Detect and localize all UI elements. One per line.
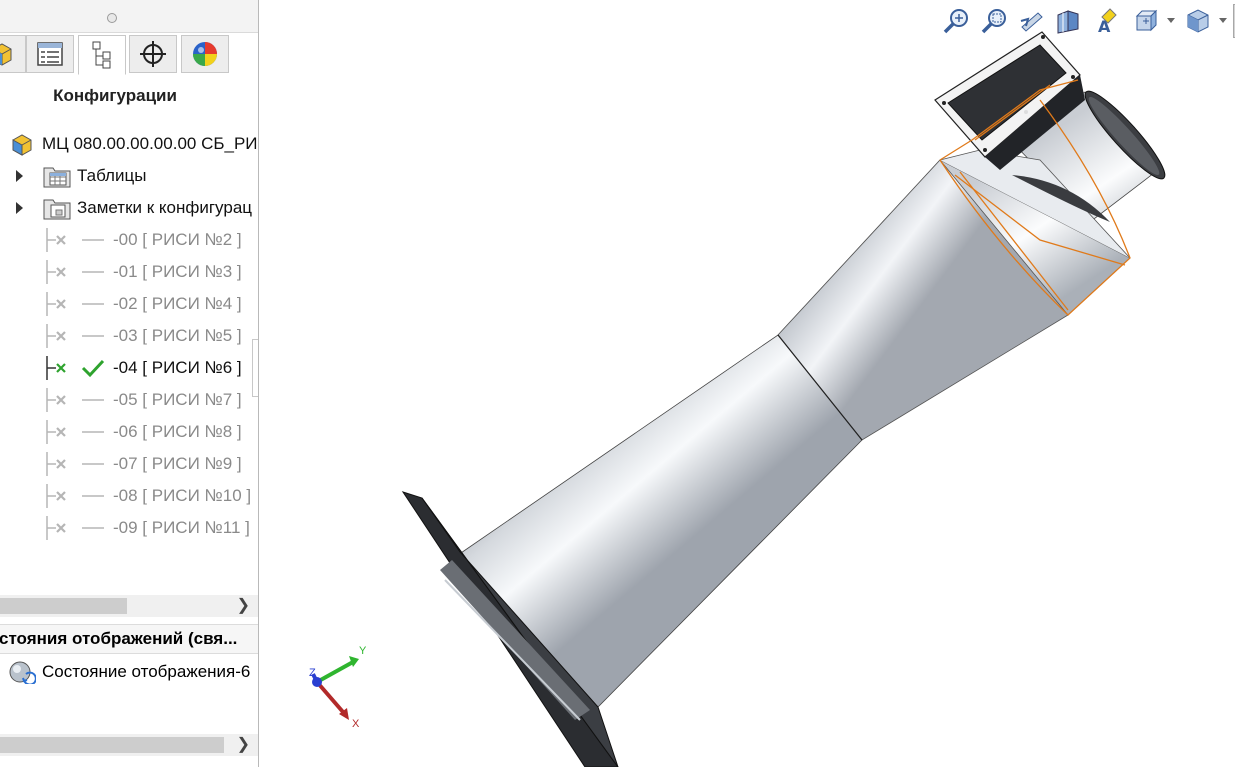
configuration-icon <box>46 228 66 252</box>
feature-manager-panel: Конфигурации МЦ 080.00.00.00.00 СБ_РИ Та… <box>0 0 258 767</box>
configuration-label: -00 [ РИСИ №2 ] <box>113 230 242 249</box>
inactive-dash-icon <box>82 463 104 465</box>
view-orientation-button[interactable] <box>1129 4 1163 38</box>
display-state-item[interactable]: Состояние отображения-6 <box>0 658 258 686</box>
tree-root-label: МЦ 080.00.00.00.00 СБ_РИ <box>42 134 258 153</box>
configuration-label: -03 [ РИСИ №5 ] <box>113 326 242 345</box>
configuration-manager-icon <box>92 41 111 69</box>
scrollbar-thumb[interactable] <box>0 737 224 753</box>
zoom-to-area-button[interactable] <box>977 4 1011 38</box>
part-icon <box>0 43 12 66</box>
display-states-header-label: стояния отображений (свя... <box>0 629 238 648</box>
panel-top-strip <box>0 0 258 33</box>
tree-item-notes-label: Заметки к конфигурац <box>77 198 253 217</box>
configuration-icon <box>46 388 66 412</box>
configuration-label: -01 [ РИСИ №3 ] <box>113 262 242 281</box>
configuration-icon <box>46 260 66 284</box>
tree-item-tables[interactable]: Таблицы <box>0 162 258 190</box>
scroll-right-icon[interactable]: ❯ <box>237 734 250 756</box>
configuration-icon <box>46 420 66 444</box>
tree-horizontal-scrollbar[interactable]: ❯ <box>0 595 258 617</box>
triad-x-label: X <box>352 718 360 730</box>
configuration-label: -06 [ РИСИ №8 ] <box>113 422 242 441</box>
tree-item-tables-label: Таблицы <box>77 166 147 185</box>
tree-item-config-notes[interactable]: Заметки к конфигурац <box>0 194 258 222</box>
configuration-icon <box>46 484 66 508</box>
configuration-label: -08 [ РИСИ №10 ] <box>113 486 252 505</box>
section-view-icon <box>1057 10 1079 34</box>
configuration-item[interactable]: -00 [ РИСИ №2 ] <box>0 226 258 254</box>
tree-root-item[interactable]: МЦ 080.00.00.00.00 СБ_РИ <box>0 130 258 158</box>
inactive-dash-icon <box>82 527 104 529</box>
configuration-label: -05 [ РИСИ №7 ] <box>113 390 242 409</box>
display-style-button[interactable] <box>1181 4 1215 38</box>
view-orientation-icon <box>1135 9 1158 32</box>
inactive-dash-icon <box>82 399 104 401</box>
previous-view-icon <box>1020 12 1043 32</box>
tab-display-manager[interactable] <box>181 35 229 73</box>
heads-up-view-toolbar: A <box>939 4 1235 38</box>
graphics-area[interactable]: A Y X Z <box>259 0 1235 767</box>
configuration-label: -09 [ РИСИ №11 ] <box>113 518 250 537</box>
display-states-horizontal-scrollbar[interactable]: ❯ <box>0 734 258 756</box>
dynamic-annotation-icon: A <box>1098 8 1117 35</box>
tab-configuration-manager[interactable] <box>78 35 126 75</box>
configuration-icon <box>46 292 66 316</box>
previous-view-button[interactable] <box>1015 4 1049 38</box>
configuration-item[interactable]: -07 [ РИСИ №9 ] <box>0 450 258 478</box>
inactive-dash-icon <box>82 303 104 305</box>
panel-title: Конфигурации <box>53 86 177 105</box>
display-style-icon <box>1187 9 1209 33</box>
section-view-button[interactable] <box>1051 4 1085 38</box>
configuration-item[interactable]: -03 [ РИСИ №5 ] <box>0 322 258 350</box>
configuration-label: -04 [ РИСИ №6 ] <box>113 358 242 377</box>
zoom-to-area-icon <box>981 9 1006 34</box>
inactive-dash-icon <box>82 431 104 433</box>
expand-arrow-icon[interactable] <box>16 202 23 214</box>
folder-notes-icon <box>43 199 71 220</box>
active-checkmark-icon <box>81 359 105 378</box>
tab-dimxpert-manager[interactable] <box>129 35 177 73</box>
zoom-to-fit-button[interactable] <box>939 4 973 38</box>
configuration-item[interactable]: -04 [ РИСИ №6 ] <box>0 354 258 382</box>
cyclone-model[interactable] <box>259 0 1235 767</box>
configuration-item[interactable]: -06 [ РИСИ №8 ] <box>0 418 258 446</box>
scrollbar-thumb[interactable] <box>0 598 127 614</box>
chevron-down-icon[interactable] <box>1219 18 1227 23</box>
property-manager-icon <box>37 42 63 66</box>
configuration-item[interactable]: -09 [ РИСИ №11 ] <box>0 514 258 542</box>
triad-z-label: Z <box>309 667 316 679</box>
inactive-dash-icon <box>82 335 104 337</box>
configuration-icon <box>46 324 66 348</box>
expand-arrow-icon[interactable] <box>16 170 23 182</box>
zoom-to-fit-icon <box>943 9 968 34</box>
chevron-down-icon[interactable] <box>1167 18 1175 23</box>
tab-feature-manager[interactable] <box>0 35 26 73</box>
folder-table-icon <box>43 167 71 188</box>
configuration-icon <box>46 356 66 380</box>
inactive-dash-icon <box>82 239 104 241</box>
configuration-item[interactable]: -05 [ РИСИ №7 ] <box>0 386 258 414</box>
appearance-icon <box>193 42 217 66</box>
splitter-handle[interactable] <box>107 13 117 23</box>
assembly-icon <box>12 134 32 156</box>
configuration-icon <box>46 452 66 476</box>
dimxpert-icon <box>140 41 166 67</box>
configuration-label: -07 [ РИСИ №9 ] <box>113 454 242 473</box>
display-states-header[interactable]: стояния отображений (свя... <box>0 624 258 654</box>
display-state-label: Состояние отображения-6 <box>42 662 251 681</box>
inactive-dash-icon <box>82 495 104 497</box>
inactive-dash-icon <box>82 271 104 273</box>
configuration-item[interactable]: -02 [ РИСИ №4 ] <box>0 290 258 318</box>
configuration-label: -02 [ РИСИ №4 ] <box>113 294 242 313</box>
configuration-item[interactable]: -08 [ РИСИ №10 ] <box>0 482 258 510</box>
configuration-icon <box>46 516 66 540</box>
triad-y-label: Y <box>359 645 367 657</box>
tab-property-manager[interactable] <box>26 35 74 73</box>
display-state-icon <box>9 661 36 684</box>
reference-triad: Y X Z <box>309 645 367 730</box>
scroll-right-icon[interactable]: ❯ <box>237 595 250 617</box>
configuration-item[interactable]: -01 [ РИСИ №3 ] <box>0 258 258 286</box>
dynamic-annotation-button[interactable]: A <box>1089 4 1123 38</box>
